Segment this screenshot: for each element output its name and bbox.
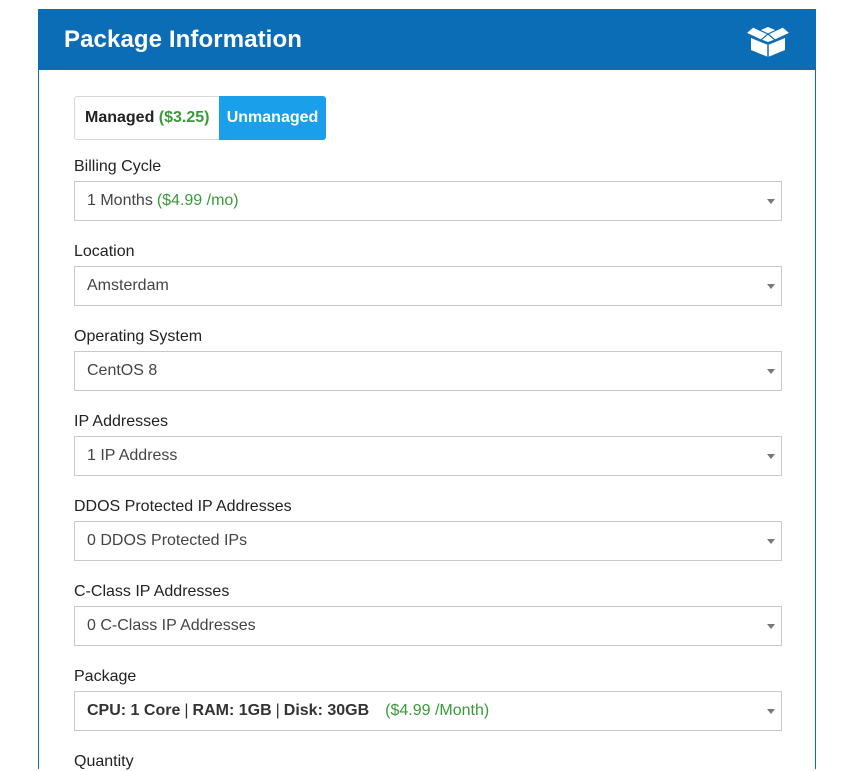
panel-title: Package Information	[64, 26, 302, 53]
billing-cycle-select[interactable]: 1 Months ($4.99 /mo)	[74, 181, 782, 221]
chevron-down-icon	[767, 624, 775, 629]
package-ram: RAM: 1GB	[192, 702, 272, 719]
package-separator: |	[275, 702, 280, 719]
chevron-down-icon	[767, 709, 775, 714]
ip-addresses-select[interactable]: 1 IP Address	[74, 436, 782, 476]
unmanaged-option-label: Unmanaged	[226, 109, 319, 126]
operating-system-value: CentOS 8	[87, 362, 158, 379]
open-box-icon	[745, 26, 791, 57]
operating-system-select[interactable]: CentOS 8	[74, 351, 782, 391]
operating-system-field: Operating System CentOS 8	[74, 328, 782, 391]
panel-header: Package Information	[39, 10, 815, 70]
ddos-ips-select[interactable]: 0 DDOS Protected IPs	[74, 521, 782, 561]
package-field: Package CPU: 1 Core | RAM: 1GB | Disk: 3…	[74, 668, 782, 731]
location-label: Location	[74, 243, 135, 260]
chevron-down-icon	[767, 199, 775, 204]
chevron-down-icon	[767, 454, 775, 459]
package-select[interactable]: CPU: 1 Core | RAM: 1GB | Disk: 30GB ($4.…	[74, 691, 782, 731]
managed-option-label: Managed	[85, 109, 155, 126]
quantity-label: Quantity	[74, 753, 134, 770]
ip-addresses-field: IP Addresses 1 IP Address	[74, 413, 782, 476]
package-label: Package	[74, 668, 137, 685]
managed-option-price: ($3.25)	[158, 109, 210, 126]
billing-cycle-field: Billing Cycle 1 Months ($4.99 /mo)	[74, 158, 782, 221]
management-toggle: Managed ($3.25) Unmanaged	[74, 96, 326, 140]
location-field: Location Amsterdam	[74, 243, 782, 306]
chevron-down-icon	[767, 539, 775, 544]
c-class-ips-label: C-Class IP Addresses	[74, 583, 230, 600]
location-select[interactable]: Amsterdam	[74, 266, 782, 306]
chevron-down-icon	[767, 284, 775, 289]
chevron-down-icon	[767, 369, 775, 374]
managed-option-button[interactable]: Managed ($3.25)	[74, 96, 219, 140]
ddos-ips-value: 0 DDOS Protected IPs	[87, 532, 248, 549]
c-class-ips-select[interactable]: 0 C-Class IP Addresses	[74, 606, 782, 646]
package-price: ($4.99 /Month)	[385, 702, 490, 719]
c-class-ips-value: 0 C-Class IP Addresses	[87, 617, 256, 634]
package-cpu: CPU: 1 Core	[87, 702, 181, 719]
c-class-ips-field: C-Class IP Addresses 0 C-Class IP Addres…	[74, 583, 782, 646]
ddos-ips-label: DDOS Protected IP Addresses	[74, 498, 292, 515]
operating-system-label: Operating System	[74, 328, 203, 345]
package-disk: Disk: 30GB	[283, 702, 370, 719]
ddos-ips-field: DDOS Protected IP Addresses 0 DDOS Prote…	[74, 498, 782, 561]
billing-cycle-value: 1 Months	[87, 192, 153, 209]
unmanaged-option-button[interactable]: Unmanaged	[219, 96, 326, 140]
billing-cycle-label: Billing Cycle	[74, 158, 162, 175]
location-value: Amsterdam	[87, 277, 169, 294]
billing-cycle-price: ($4.99 /mo)	[156, 192, 239, 209]
panel-body: Managed ($3.25) Unmanaged Billing Cycle …	[39, 70, 815, 771]
package-information-panel: Package Information Managed ($3.25) Unma…	[38, 9, 816, 771]
package-separator: |	[184, 702, 189, 719]
ip-addresses-label: IP Addresses	[74, 413, 168, 430]
ip-addresses-value: 1 IP Address	[87, 447, 178, 464]
